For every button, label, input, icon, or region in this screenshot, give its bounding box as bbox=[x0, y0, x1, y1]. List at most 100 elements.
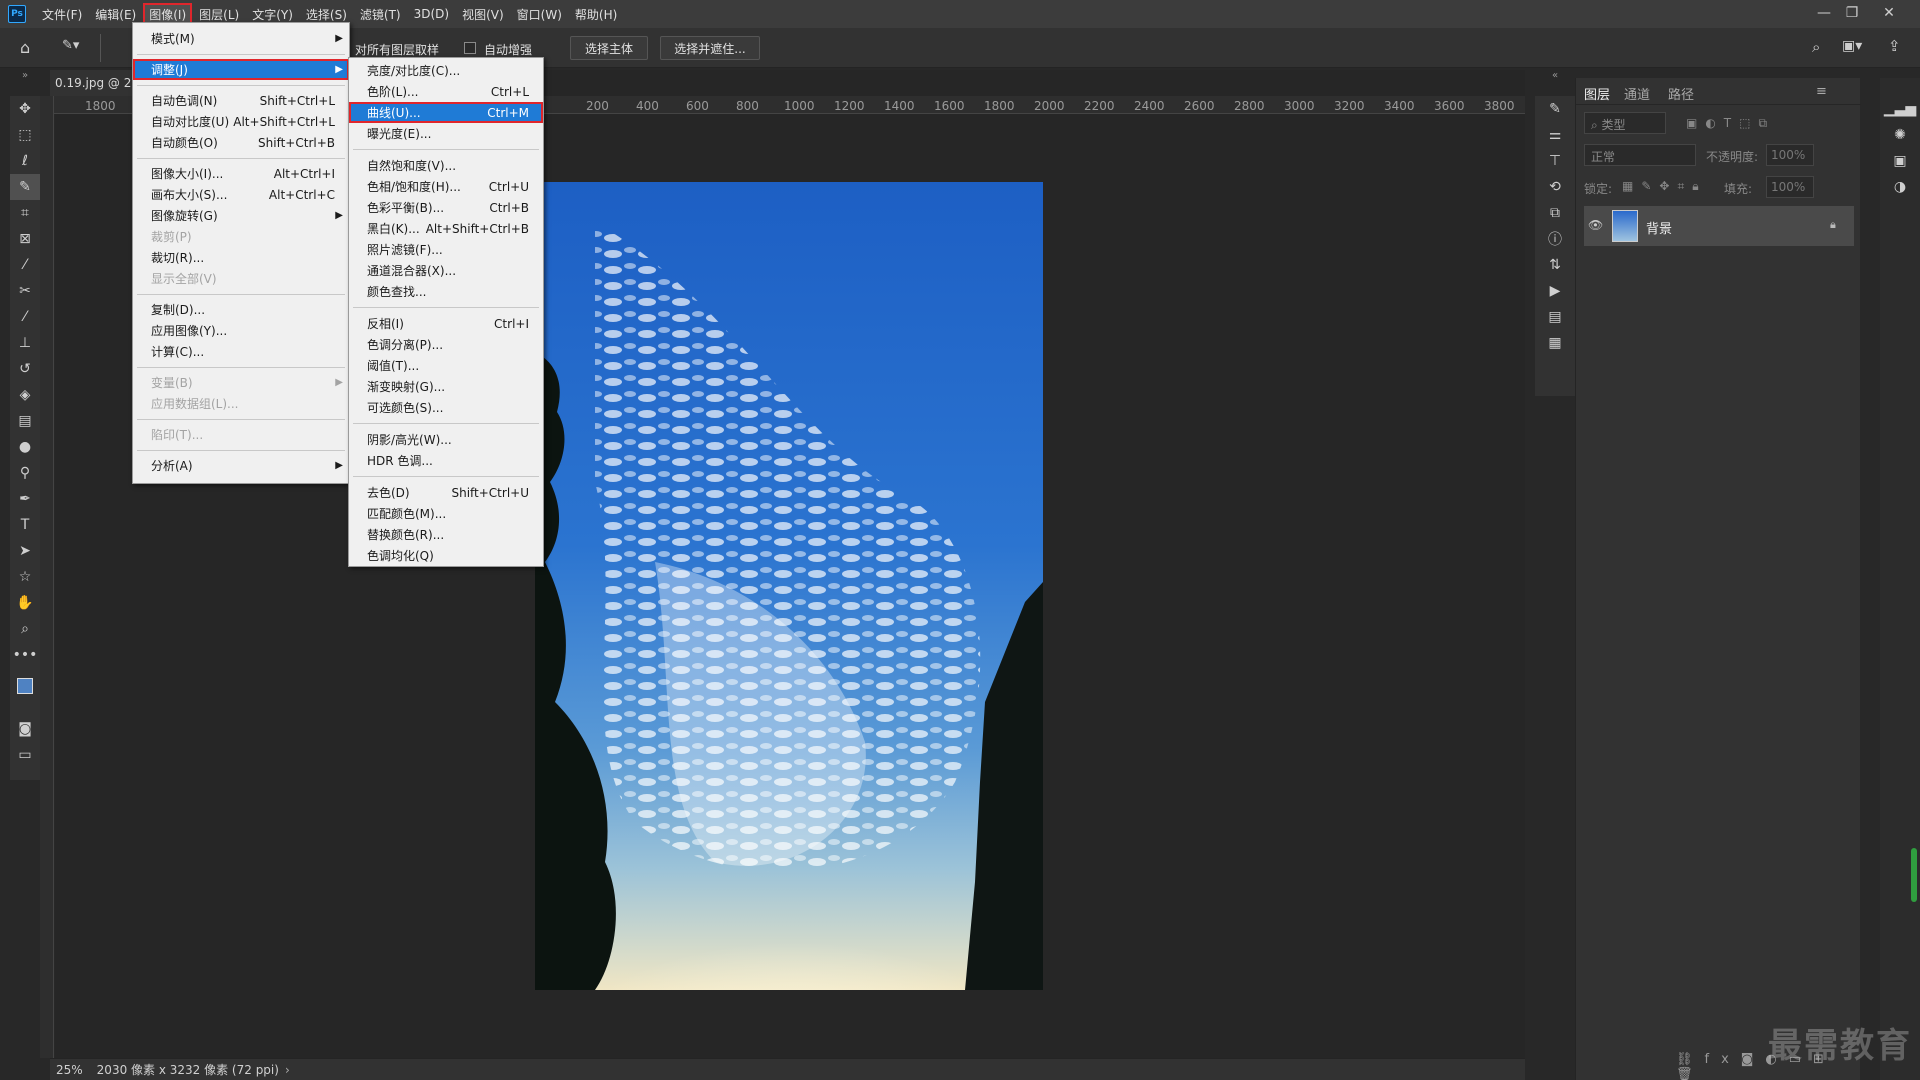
notes-panel-icon[interactable]: ▦ bbox=[1535, 330, 1575, 356]
menu-view[interactable]: 视图(V) bbox=[456, 3, 510, 26]
shape-tool-icon[interactable]: ☆ bbox=[10, 564, 40, 590]
image-menu-item[interactable]: 图像大小(I)... Alt+Ctrl+I bbox=[133, 163, 349, 184]
adjust-menu-item[interactable]: 去色(D) Shift+Ctrl+U bbox=[349, 482, 543, 503]
tab-layers[interactable]: 图层 bbox=[1584, 84, 1610, 103]
opacity-input[interactable]: 100% bbox=[1766, 144, 1814, 166]
menu-file[interactable]: 文件(F) bbox=[36, 3, 88, 26]
adjust-menu-item[interactable]: 亮度/对比度(C)... bbox=[349, 60, 543, 81]
toolbar-collapse-icon[interactable]: » bbox=[10, 70, 40, 84]
adjust-menu-item[interactable]: HDR 色调... bbox=[349, 450, 543, 471]
blur-tool-icon[interactable]: ● bbox=[10, 434, 40, 460]
actions-play-icon[interactable]: ▶ bbox=[1535, 278, 1575, 304]
image-menu-item[interactable]: 自动颜色(O) Shift+Ctrl+B bbox=[133, 132, 349, 153]
lasso-tool-icon[interactable]: ℓ bbox=[10, 148, 40, 174]
layer-name[interactable]: 背景 bbox=[1646, 218, 1672, 237]
zoom-tool-icon[interactable]: ⌕ bbox=[10, 616, 40, 642]
image-menu-item[interactable]: 模式(M) ▶ bbox=[133, 28, 349, 49]
eraser-tool-icon[interactable]: ◈ bbox=[10, 382, 40, 408]
layer-filter-icons[interactable]: ▣◐T⬚⧉ bbox=[1686, 116, 1775, 131]
dodge-tool-icon[interactable]: ⚲ bbox=[10, 460, 40, 486]
navigator-panel-icon[interactable]: ⇅ bbox=[1535, 252, 1575, 278]
auto-enhance-checkbox[interactable] bbox=[464, 42, 476, 54]
adjust-menu-item[interactable]: 颜色查找... bbox=[349, 281, 543, 302]
adjust-menu-item[interactable]: 色相/饱和度(H)... Ctrl+U bbox=[349, 176, 543, 197]
image-menu-item[interactable]: 自动对比度(U) Alt+Shift+Ctrl+L bbox=[133, 111, 349, 132]
adjust-menu-item[interactable]: 照片滤镜(F)... bbox=[349, 239, 543, 260]
tab-paths[interactable]: 路径 bbox=[1668, 84, 1694, 103]
adjust-menu-item[interactable]: 色调均化(Q) bbox=[349, 545, 543, 566]
menu-3d[interactable]: 3D(D) bbox=[408, 4, 455, 24]
clone-stamp-icon[interactable]: ⊥ bbox=[10, 330, 40, 356]
adjustments-panel-icon[interactable]: ⚌ bbox=[1535, 122, 1575, 148]
panel-menu-icon[interactable]: ≡ bbox=[1816, 84, 1827, 99]
minimize-button[interactable]: — bbox=[1810, 2, 1838, 24]
adjust-menu-item[interactable]: 色调分离(P)... bbox=[349, 334, 543, 355]
document-info[interactable]: 2030 像素 x 3232 像素 (72 ppi) bbox=[97, 1061, 279, 1078]
layer-filter-select[interactable]: ⌕ 类型 bbox=[1584, 112, 1666, 134]
info-panel-icon[interactable]: ⓘ bbox=[1535, 226, 1575, 252]
move-tool-icon[interactable]: ✥ bbox=[10, 96, 40, 122]
select-subject-button[interactable]: 选择主体 bbox=[570, 36, 648, 60]
screen-mode-icon[interactable]: ▭ bbox=[10, 742, 40, 768]
menu-help[interactable]: 帮助(H) bbox=[569, 3, 623, 26]
zoom-level[interactable]: 25% bbox=[56, 1063, 83, 1077]
image-menu-item[interactable]: 分析(A) ▶ bbox=[133, 455, 349, 476]
image-menu-item[interactable]: 自动色调(N) Shift+Ctrl+L bbox=[133, 90, 349, 111]
maximize-button[interactable]: ❐ bbox=[1838, 2, 1866, 24]
adjust-menu-item[interactable]: 黑白(K)... Alt+Shift+Ctrl+B bbox=[349, 218, 543, 239]
character-panel-icon[interactable]: ⊤ bbox=[1535, 148, 1575, 174]
adjust-menu-item[interactable]: 色彩平衡(B)... Ctrl+B bbox=[349, 197, 543, 218]
menu-window[interactable]: 窗口(W) bbox=[511, 3, 568, 26]
home-icon[interactable]: ⌂ bbox=[20, 38, 30, 57]
fill-input[interactable]: 100% bbox=[1766, 176, 1814, 198]
image-menu-item[interactable]: 裁切(R)... bbox=[133, 247, 349, 268]
color-panel-icon[interactable]: ✺ bbox=[1880, 122, 1920, 148]
library-panel-icon[interactable]: ▤ bbox=[1535, 304, 1575, 330]
document-image[interactable] bbox=[535, 182, 1043, 990]
styles-panel-icon[interactable]: ◑ bbox=[1880, 174, 1920, 200]
lock-icon[interactable]: 🔒︎ bbox=[1830, 218, 1836, 232]
image-menu-item[interactable]: 应用图像(Y)... bbox=[133, 320, 349, 341]
quick-mask-icon[interactable]: ◙ bbox=[10, 716, 40, 742]
adjust-menu-item[interactable]: 曝光度(E)... bbox=[349, 123, 543, 144]
history-brush-icon[interactable]: ↺ bbox=[10, 356, 40, 382]
path-selection-icon[interactable]: ➤ bbox=[10, 538, 40, 564]
adjust-menu-item[interactable]: 替换颜色(R)... bbox=[349, 524, 543, 545]
panel-collapse-icon[interactable]: « bbox=[1535, 70, 1575, 84]
tab-channels[interactable]: 通道 bbox=[1624, 84, 1650, 103]
lock-icons[interactable]: ▦✎✥⌗🔒︎ bbox=[1622, 179, 1707, 194]
swatches-panel-icon[interactable]: ▣ bbox=[1880, 148, 1920, 174]
foreground-color-swatch[interactable] bbox=[17, 678, 33, 694]
layer-row[interactable]: 👁︎ 背景 🔒︎ bbox=[1584, 206, 1854, 246]
blend-mode-select[interactable]: 正常 bbox=[1584, 144, 1696, 166]
brush-panel-icon[interactable]: ✎ bbox=[1535, 96, 1575, 122]
status-arrow-icon[interactable]: › bbox=[285, 1063, 290, 1077]
gradient-tool-icon[interactable]: ▤ bbox=[10, 408, 40, 434]
workspace-icon[interactable]: ▣▾ bbox=[1842, 38, 1862, 54]
crop-tool-icon[interactable]: ⌗ bbox=[10, 200, 40, 226]
search-icon[interactable]: ⌕ bbox=[1812, 38, 1820, 56]
adjust-menu-item[interactable]: 可选颜色(S)... bbox=[349, 397, 543, 418]
quick-selection-tool-icon[interactable]: ✎ bbox=[10, 174, 40, 200]
healing-brush-icon[interactable]: ✂ bbox=[10, 278, 40, 304]
properties-panel-icon[interactable]: ⧉ bbox=[1535, 200, 1575, 226]
adjust-menu-item[interactable]: 曲线(U)... Ctrl+M bbox=[349, 102, 543, 123]
more-tools-icon[interactable]: ••• bbox=[10, 642, 40, 668]
history-panel-icon[interactable]: ⟲ bbox=[1535, 174, 1575, 200]
color-swatches[interactable] bbox=[10, 668, 40, 716]
adjust-menu-item[interactable]: 通道混合器(X)... bbox=[349, 260, 543, 281]
histogram-panel-icon[interactable]: ▁▃▅ bbox=[1880, 96, 1920, 122]
adjust-menu-item[interactable]: 阴影/高光(W)... bbox=[349, 429, 543, 450]
scroll-indicator[interactable] bbox=[1911, 848, 1917, 902]
share-icon[interactable]: ⇪ bbox=[1888, 37, 1901, 55]
visibility-eye-icon[interactable]: 👁︎ bbox=[1588, 218, 1603, 232]
adjust-menu-item[interactable]: 阈值(T)... bbox=[349, 355, 543, 376]
type-tool-icon[interactable]: T bbox=[10, 512, 40, 538]
brush-tool-icon[interactable]: ⁄ bbox=[10, 304, 40, 330]
marquee-tool-icon[interactable]: ⬚ bbox=[10, 122, 40, 148]
image-menu-item[interactable]: 调整(J) ▶ bbox=[133, 59, 349, 80]
image-menu-item[interactable]: 复制(D)... bbox=[133, 299, 349, 320]
image-menu-item[interactable]: 画布大小(S)... Alt+Ctrl+C bbox=[133, 184, 349, 205]
image-menu-item[interactable]: 计算(C)... bbox=[133, 341, 349, 362]
adjust-menu-item[interactable]: 自然饱和度(V)... bbox=[349, 155, 543, 176]
